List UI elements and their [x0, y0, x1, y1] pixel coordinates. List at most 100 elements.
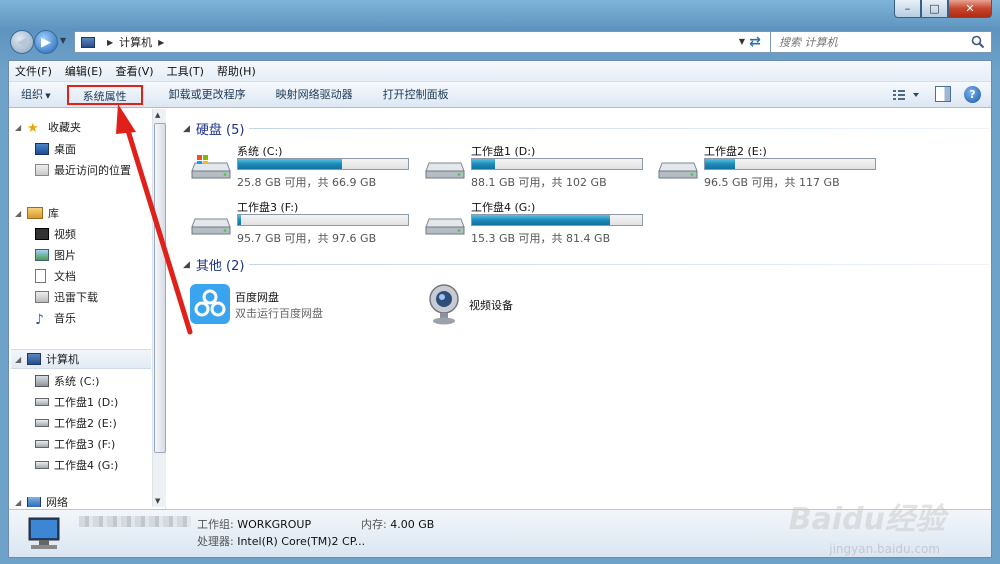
nav-label: 工作盘4 (G:)	[54, 459, 119, 472]
nav-label: 视频	[54, 228, 76, 241]
nav-desktop[interactable]: 桌面	[35, 141, 76, 157]
item-name: 百度网盘	[235, 291, 279, 304]
address-row: ◀ ▶ ▼ ▶ 计算机 ▶ ▼ ⇄	[8, 28, 992, 56]
hard-drive-icon	[191, 218, 231, 235]
minimize-button[interactable]: –	[894, 0, 921, 18]
nav-thunder-downloads[interactable]: 迅雷下载	[35, 289, 98, 305]
preview-pane-icon[interactable]	[935, 86, 951, 102]
processor-label: 处理器:	[197, 535, 234, 548]
nav-recent-places[interactable]: 最近访问的位置	[35, 162, 131, 178]
menu-help[interactable]: 帮助(H)	[217, 63, 256, 79]
search-input[interactable]	[779, 35, 959, 49]
maximize-button[interactable]: □	[921, 0, 948, 18]
expand-arrow-icon[interactable]: ◢	[15, 123, 25, 132]
refresh-button[interactable]: ⇄	[744, 32, 766, 52]
drive-capacity-text: 25.8 GB 可用，共 66.9 GB	[237, 176, 377, 189]
nav-documents[interactable]: 文档	[35, 268, 76, 284]
recent-pages-dropdown[interactable]: ▼	[60, 36, 66, 45]
workgroup-label: 工作组:	[197, 518, 234, 531]
forward-arrow-icon: ▶	[41, 34, 51, 50]
processor-value: Intel(R) Core(TM)2 CP...	[237, 535, 366, 548]
hard-drive-icon	[35, 461, 49, 469]
nav-drive-f[interactable]: 工作盘3 (F:)	[35, 436, 115, 452]
drive-usage-fill	[472, 215, 611, 225]
drive-usage-fill	[238, 159, 343, 169]
uninstall-program-button[interactable]: 卸载或更改程序	[165, 85, 250, 105]
refresh-icon: ⇄	[749, 34, 761, 50]
workgroup-value: WORKGROUP	[237, 518, 312, 531]
forward-button[interactable]: ▶	[34, 30, 58, 54]
group-title: 硬盘 (5)	[195, 123, 245, 138]
baidu-netdisk-icon	[190, 284, 230, 324]
open-control-panel-button[interactable]: 打开控制面板	[379, 85, 453, 105]
change-view-button[interactable]	[891, 87, 921, 103]
nav-libraries[interactable]: ◢ 库	[15, 205, 59, 221]
group-hard-disks[interactable]: ◢ 硬盘 (5)	[183, 119, 244, 138]
close-button[interactable]: ✕	[948, 0, 992, 18]
nav-drive-c[interactable]: 系统 (C:)	[35, 373, 99, 389]
scroll-up-icon[interactable]: ▲	[155, 111, 160, 119]
nav-label: 收藏夹	[48, 121, 81, 134]
system-drive-icon	[191, 155, 231, 179]
watermark-url: jingyan.baidu.com	[829, 542, 940, 556]
drive-item[interactable]: 工作盘3 (F:) 95.7 GB 可用，共 97.6 GB	[189, 199, 414, 245]
baidu-netdisk-item[interactable]: 百度网盘 双击运行百度网盘	[189, 283, 389, 327]
menu-tools[interactable]: 工具(T)	[167, 63, 204, 79]
nav-scrollbar[interactable]: ▲ ▼	[152, 109, 166, 507]
drive-usage-bar	[471, 214, 643, 226]
drive-item[interactable]: 工作盘2 (E:) 96.5 GB 可用，共 117 GB	[656, 143, 881, 189]
nav-music[interactable]: ♪ 音乐	[35, 310, 76, 328]
search-icon[interactable]	[971, 35, 985, 49]
collapse-arrow-icon[interactable]: ◢	[183, 124, 190, 134]
drive-item[interactable]: 工作盘4 (G:) 15.3 GB 可用，共 81.4 GB	[423, 199, 648, 245]
nav-favorites[interactable]: ◢ ★ 收藏夹	[15, 119, 81, 136]
menu-file[interactable]: 文件(F)	[15, 63, 52, 79]
map-network-drive-button[interactable]: 映射网络驱动器	[272, 85, 357, 105]
nav-pictures[interactable]: 图片	[35, 247, 76, 263]
drive-name: 工作盘1 (D:)	[471, 145, 536, 158]
watermark-logo: Baidu经验	[788, 502, 945, 537]
breadcrumb-computer[interactable]: 计算机	[119, 34, 152, 50]
nav-label: 系统 (C:)	[54, 375, 100, 388]
nav-drive-g[interactable]: 工作盘4 (G:)	[35, 457, 118, 473]
item-description: 双击运行百度网盘	[235, 307, 323, 320]
caption-buttons: – □ ✕	[894, 0, 992, 18]
back-arrow-icon: ◀	[17, 34, 27, 50]
address-bar[interactable]: ▶ 计算机 ▶ ▼	[74, 31, 774, 53]
nav-drive-d[interactable]: 工作盘1 (D:)	[35, 394, 118, 410]
expand-arrow-icon[interactable]: ◢	[15, 355, 25, 364]
collapse-arrow-icon[interactable]: ◢	[183, 260, 190, 270]
menu-edit[interactable]: 编辑(E)	[65, 63, 103, 79]
nav-network[interactable]: ◢ 网络	[15, 497, 68, 507]
organize-button[interactable]: 组织	[17, 85, 55, 105]
processor-info: 处理器: Intel(R) Core(TM)2 CP...	[197, 533, 365, 549]
group-other[interactable]: ◢ 其他 (2)	[183, 255, 244, 274]
drive-usage-bar	[237, 214, 409, 226]
nav-computer[interactable]: ◢ 计算机	[11, 349, 151, 369]
search-box[interactable]	[770, 31, 992, 53]
computer-icon	[81, 36, 95, 48]
drive-usage-fill	[705, 159, 735, 169]
hard-drive-icon	[35, 398, 49, 406]
nav-videos[interactable]: 视频	[35, 226, 76, 242]
back-button[interactable]: ◀	[10, 30, 34, 54]
nav-label: 文档	[54, 270, 76, 283]
scroll-down-icon[interactable]: ▼	[155, 497, 160, 505]
explorer-window: – □ ✕ ◀ ▶ ▼ ▶ 计算机 ▶ ▼ ⇄ 文件(F) 编辑(E) 查看(V…	[0, 0, 1000, 564]
breadcrumb-chevron-icon[interactable]: ▶	[107, 38, 113, 47]
expand-arrow-icon[interactable]: ◢	[15, 498, 25, 507]
nav-drive-e[interactable]: 工作盘2 (E:)	[35, 415, 117, 431]
help-icon[interactable]: ?	[964, 86, 981, 103]
drive-item[interactable]: 系统 (C:) 25.8 GB 可用，共 66.9 GB	[189, 143, 414, 189]
video-device-item[interactable]: 视频设备	[423, 283, 583, 327]
menu-view[interactable]: 查看(V)	[115, 63, 153, 79]
group-title: 其他 (2)	[195, 259, 245, 274]
star-icon: ★	[27, 121, 39, 136]
scrollbar-thumb[interactable]	[154, 123, 166, 453]
nav-label: 计算机	[46, 353, 79, 366]
drive-item[interactable]: 工作盘1 (D:) 88.1 GB 可用，共 102 GB	[423, 143, 648, 189]
breadcrumb-chevron-icon[interactable]: ▶	[158, 38, 164, 47]
hard-drive-icon	[658, 162, 698, 179]
system-properties-button[interactable]: 系统属性	[66, 84, 143, 105]
expand-arrow-icon[interactable]: ◢	[15, 209, 25, 218]
